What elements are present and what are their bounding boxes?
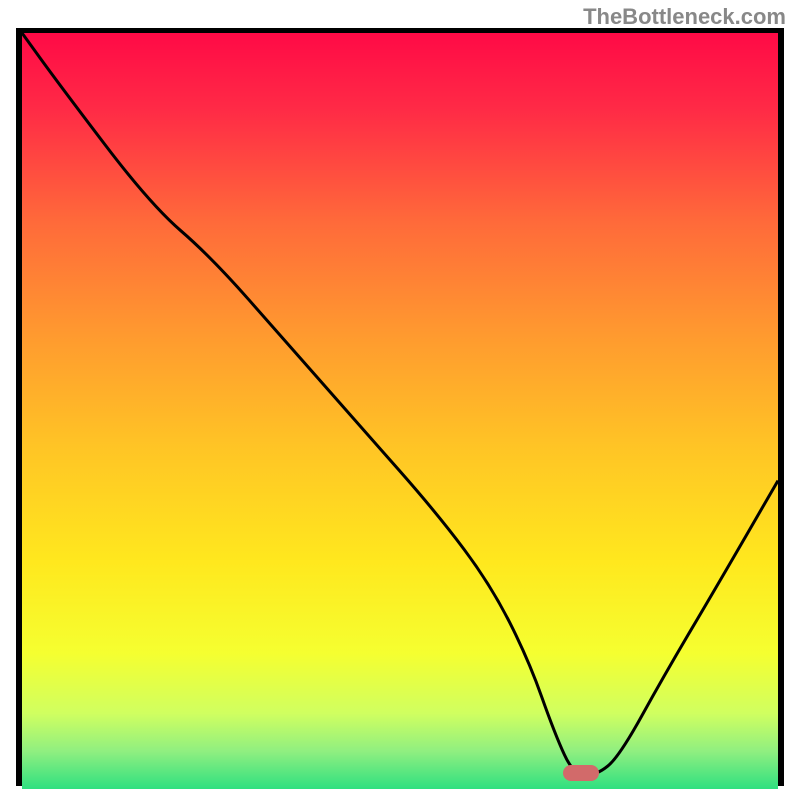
chart-frame bbox=[16, 28, 784, 786]
chart-area bbox=[22, 33, 778, 779]
optimal-marker bbox=[563, 765, 599, 781]
bottleneck-curve bbox=[22, 33, 778, 779]
watermark-text: TheBottleneck.com bbox=[583, 4, 786, 30]
